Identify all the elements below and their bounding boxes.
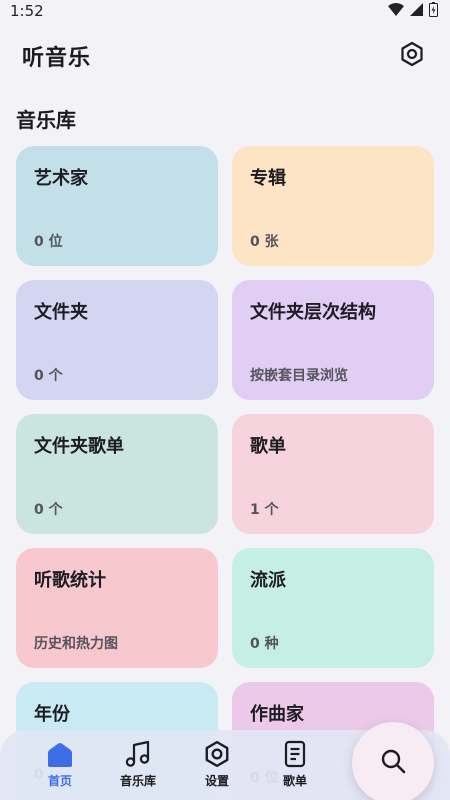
card-genres[interactable]: 流派 0 种 (232, 548, 434, 668)
playlist-document-icon (282, 738, 308, 768)
app-title: 听音乐 (22, 46, 92, 71)
music-note-icon (124, 738, 152, 768)
card-title: 年份 (34, 704, 70, 725)
nav-label: 首页 (47, 774, 72, 788)
card-title: 文件夹 (34, 302, 88, 323)
card-subtitle: 历史和热力图 (34, 636, 118, 652)
card-count: 0 张 (250, 234, 279, 250)
nav-label: 设置 (204, 774, 229, 788)
card-count: 1 个 (250, 502, 279, 518)
gear-icon (203, 738, 231, 768)
settings-button[interactable] (394, 38, 430, 74)
card-albums[interactable]: 专辑 0 张 (232, 146, 434, 266)
status-icons (388, 1, 438, 21)
nav-label: 歌单 (282, 774, 307, 788)
library-grid: 艺术家 0 位 专辑 0 张 文件夹 0 个 文件夹层次结构 按嵌套目录浏览 文… (16, 146, 434, 800)
card-playlists[interactable]: 歌单 1 个 (232, 414, 434, 534)
card-title: 专辑 (250, 168, 286, 189)
card-folder-hierarchy[interactable]: 文件夹层次结构 按嵌套目录浏览 (232, 280, 434, 400)
nav-playlists[interactable]: 歌单 (265, 738, 325, 798)
signal-icon (410, 2, 423, 20)
card-subtitle: 按嵌套目录浏览 (250, 368, 348, 384)
card-count: 0 个 (34, 502, 63, 518)
card-title: 文件夹层次结构 (250, 302, 376, 323)
card-folder-playlists[interactable]: 文件夹歌单 0 个 (16, 414, 218, 534)
nav-label: 音乐库 (119, 774, 156, 788)
card-title: 歌单 (250, 436, 286, 457)
wifi-icon (388, 2, 404, 20)
search-icon (379, 747, 407, 779)
card-count: 0 种 (250, 636, 279, 652)
card-title: 流派 (250, 570, 286, 591)
status-time: 1:52 (10, 2, 44, 20)
card-listening-stats[interactable]: 听歌统计 历史和热力图 (16, 548, 218, 668)
card-title: 艺术家 (34, 168, 88, 189)
card-artists[interactable]: 艺术家 0 位 (16, 146, 218, 266)
card-title: 听歌统计 (34, 570, 106, 591)
card-folders[interactable]: 文件夹 0 个 (16, 280, 218, 400)
gear-icon (399, 41, 425, 71)
nav-library[interactable]: 音乐库 (108, 738, 168, 798)
app-header: 听音乐 (0, 38, 450, 74)
battery-charging-icon (429, 1, 438, 21)
status-bar: 1:52 (0, 0, 450, 22)
card-count: 0 位 (34, 234, 63, 250)
nav-settings[interactable]: 设置 (187, 738, 247, 798)
search-button[interactable] (352, 722, 434, 800)
nav-home[interactable]: 首页 (30, 738, 90, 798)
section-title: 音乐库 (16, 108, 76, 132)
card-title: 文件夹歌单 (34, 436, 124, 457)
card-count: 0 个 (34, 368, 63, 384)
home-icon (45, 738, 75, 768)
